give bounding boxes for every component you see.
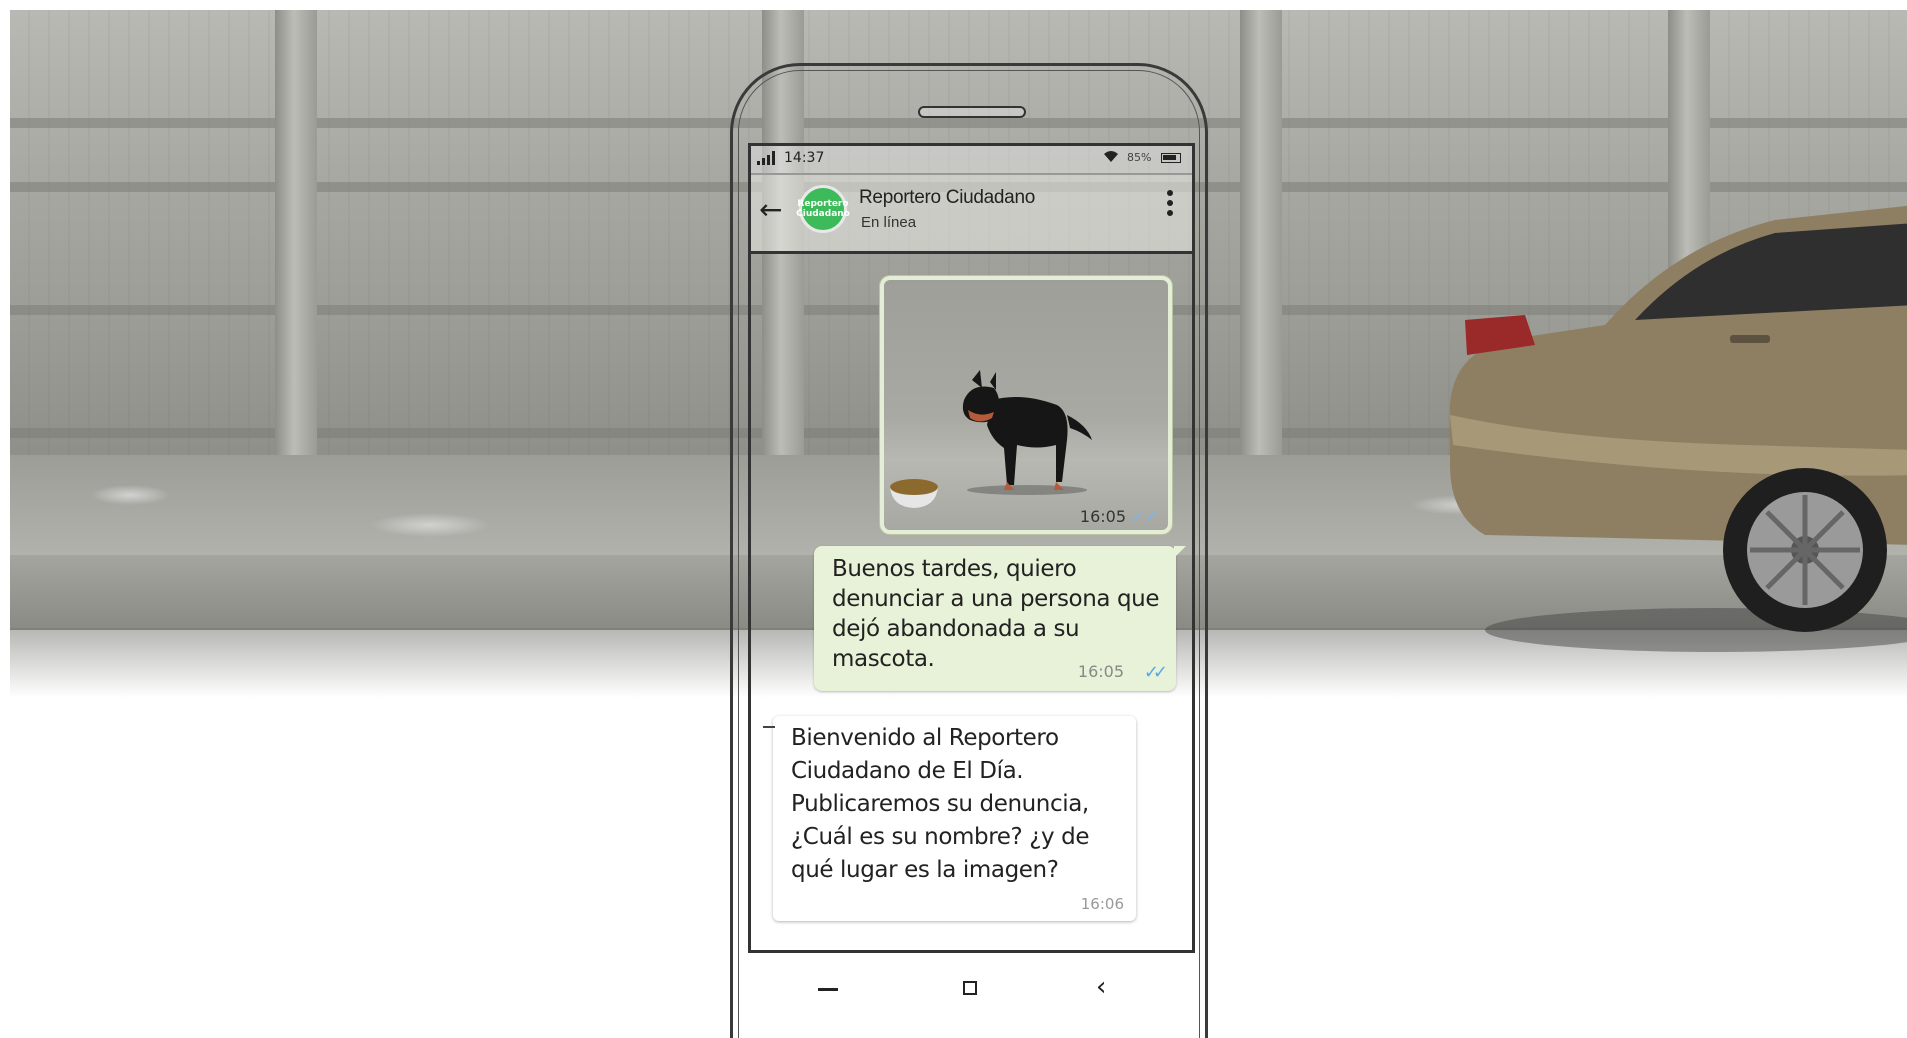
home-button[interactable] bbox=[963, 981, 977, 995]
message-time: 16:05 bbox=[1079, 507, 1126, 526]
status-bar: 14:37 85% bbox=[751, 146, 1192, 175]
signal-icon bbox=[757, 151, 775, 165]
more-vertical-icon[interactable] bbox=[1165, 190, 1175, 226]
battery-percent: 85% bbox=[1127, 151, 1152, 164]
contact-avatar[interactable]: Reportero Ciudadano bbox=[796, 185, 850, 233]
battery-icon bbox=[1161, 153, 1181, 163]
read-ticks-icon: ✓✓ bbox=[1143, 662, 1168, 683]
phone-speaker bbox=[918, 106, 1026, 118]
image-message[interactable]: 16:05 ✓✓ bbox=[880, 276, 1172, 534]
android-nav-bar: ‹ bbox=[748, 955, 1195, 1025]
wall-pillar bbox=[275, 10, 317, 465]
read-ticks-icon: ✓✓ bbox=[1131, 507, 1158, 526]
chat-header: ← Reportero Ciudadano Reportero Ciudadan… bbox=[751, 173, 1192, 254]
wall-pillar bbox=[1240, 10, 1282, 465]
car-image bbox=[1450, 205, 1907, 652]
incoming-message[interactable]: Bienvenido al Reportero Ciudadano de El … bbox=[763, 716, 1136, 921]
wifi-icon bbox=[1103, 149, 1119, 167]
message-text: Buenos tardes, quiero denunciar a una pe… bbox=[832, 556, 1160, 672]
contact-status: En línea bbox=[861, 214, 917, 231]
outgoing-message[interactable]: Buenos tardes, quiero denunciar a una pe… bbox=[814, 546, 1186, 691]
avatar-logo-text: Reportero Ciudadano bbox=[796, 199, 850, 219]
contact-name[interactable]: Reportero Ciudadano bbox=[859, 187, 1035, 209]
status-time: 14:37 bbox=[784, 150, 825, 166]
back-arrow-icon[interactable]: ← bbox=[759, 193, 782, 226]
recents-button[interactable] bbox=[818, 988, 838, 991]
dog-image bbox=[962, 370, 1092, 495]
food-bowl-image bbox=[890, 479, 938, 508]
phone-screen: 14:37 85% ← Reportero Ciudadano Reporter… bbox=[748, 143, 1195, 953]
message-text: Bienvenido al Reportero Ciudadano de El … bbox=[791, 725, 1090, 883]
message-time: 16:05 bbox=[1077, 662, 1124, 681]
back-nav-icon[interactable]: ‹ bbox=[1096, 972, 1106, 1002]
message-time: 16:06 bbox=[1080, 895, 1124, 913]
